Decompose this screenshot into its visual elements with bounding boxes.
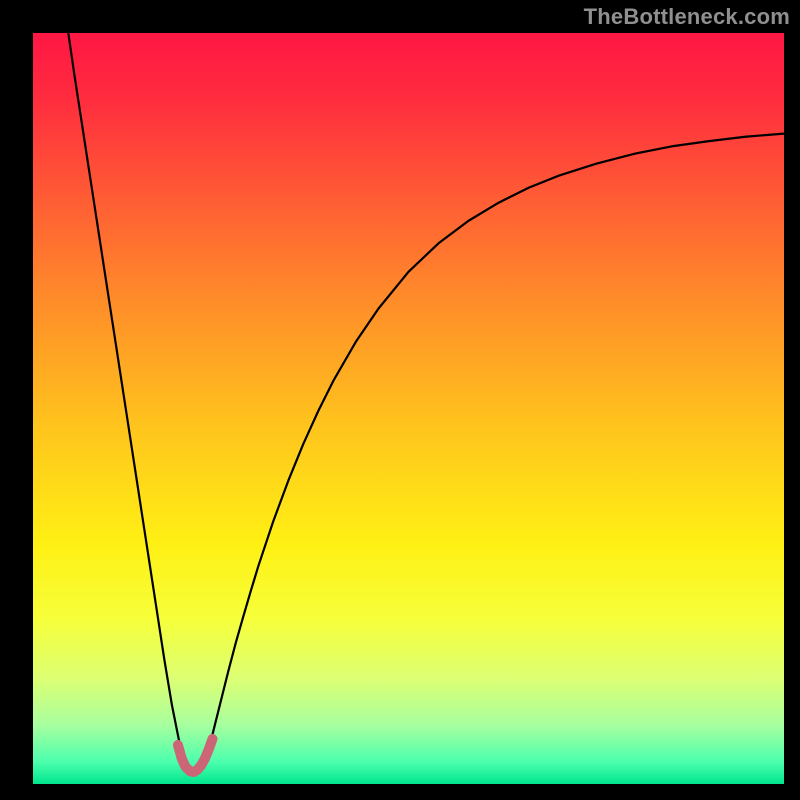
bottleneck-chart — [33, 33, 784, 784]
watermark-text: TheBottleneck.com — [584, 4, 790, 30]
chart-frame: TheBottleneck.com — [0, 0, 800, 800]
